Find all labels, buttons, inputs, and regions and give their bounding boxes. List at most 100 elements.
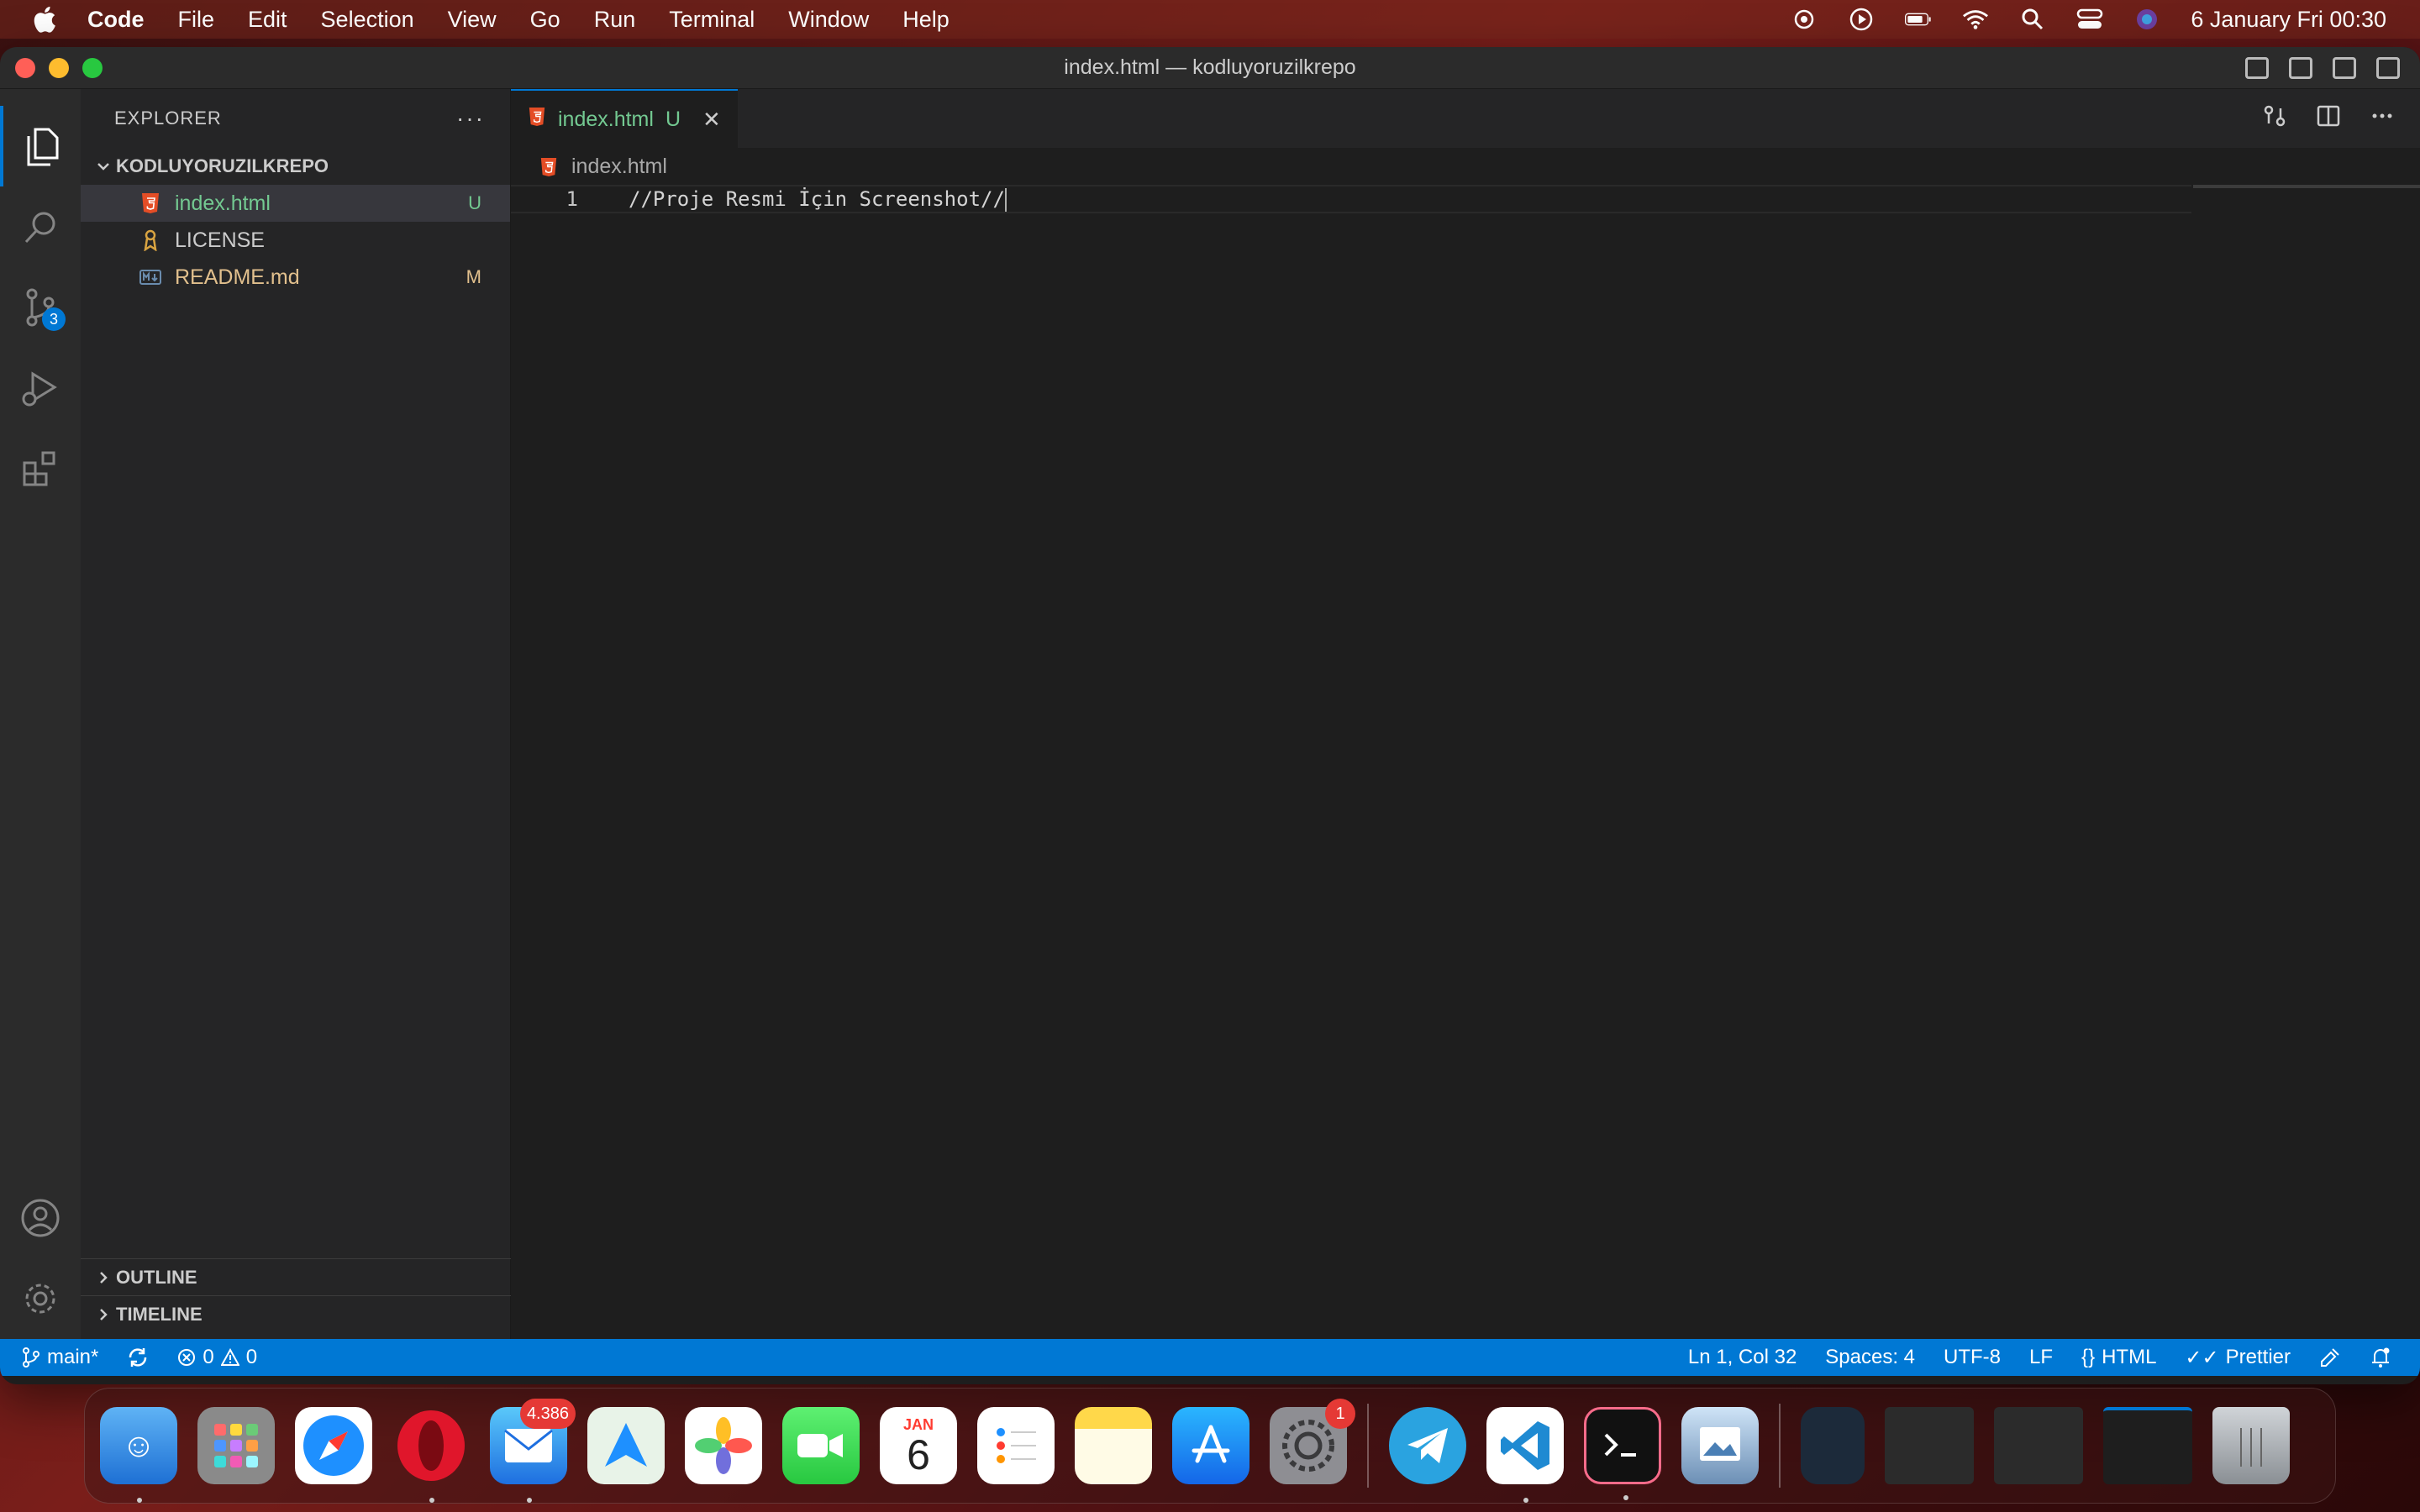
battery-icon[interactable] xyxy=(1905,6,1932,33)
file-encoding[interactable]: UTF-8 xyxy=(1944,1346,2001,1369)
more-actions-icon[interactable] xyxy=(2370,103,2395,134)
apple-logo-icon[interactable] xyxy=(30,4,57,34)
launchpad-dock-icon[interactable] xyxy=(197,1407,275,1484)
preview-dock-icon[interactable] xyxy=(1681,1407,1759,1484)
open-changes-icon[interactable] xyxy=(2262,103,2287,134)
explorer-icon[interactable] xyxy=(0,106,81,186)
tab-git-status: U xyxy=(665,107,681,131)
reminders-dock-icon[interactable] xyxy=(977,1407,1055,1484)
minimized-window-vscode[interactable] xyxy=(2103,1407,2192,1484)
accounts-icon[interactable] xyxy=(0,1178,81,1258)
settings-update-badge: 1 xyxy=(1325,1399,1355,1429)
book-dock-icon[interactable] xyxy=(1801,1407,1865,1484)
toggle-primary-sidebar-icon[interactable] xyxy=(2245,56,2269,79)
telegram-dock-icon[interactable] xyxy=(1389,1407,1466,1484)
toggle-secondary-sidebar-icon[interactable] xyxy=(2333,56,2356,79)
timeline-title: TIMELINE xyxy=(116,1303,203,1325)
minimized-window-finder-1[interactable] xyxy=(1885,1407,1974,1484)
dock-separator xyxy=(1367,1404,1369,1488)
calendar-dock-icon[interactable]: JAN 6 xyxy=(880,1407,957,1484)
menu-go[interactable]: Go xyxy=(530,7,560,33)
file-item-index-html[interactable]: index.html U xyxy=(81,185,510,222)
problems-item[interactable]: 0 0 xyxy=(177,1346,257,1369)
menu-bar-clock[interactable]: 6 January Fri 00:30 xyxy=(2191,7,2386,33)
indentation[interactable]: Spaces: 4 xyxy=(1825,1346,1915,1369)
play-icon[interactable] xyxy=(1848,6,1875,33)
sync-icon[interactable] xyxy=(127,1347,149,1368)
tab-index-html[interactable]: index.html U ✕ xyxy=(511,89,738,148)
extensions-icon[interactable] xyxy=(0,428,81,509)
markdown-file-icon xyxy=(139,266,161,288)
file-item-readme[interactable]: README.md M xyxy=(81,259,510,296)
settings-gear-icon[interactable] xyxy=(0,1258,81,1339)
menu-run[interactable]: Run xyxy=(594,7,636,33)
customize-layout-icon[interactable] xyxy=(2376,56,2400,79)
explorer-title: EXPLORER xyxy=(114,108,222,129)
menu-app-name[interactable]: Code xyxy=(87,7,145,33)
warning-count: 0 xyxy=(245,1346,258,1368)
language-mode-label: HTML xyxy=(2102,1346,2157,1368)
menu-view[interactable]: View xyxy=(448,7,497,33)
notifications-bell-icon[interactable] xyxy=(2370,1347,2391,1368)
menu-terminal[interactable]: Terminal xyxy=(669,7,755,33)
language-mode[interactable]: {} HTML xyxy=(2081,1346,2156,1369)
breadcrumb-file[interactable]: index.html xyxy=(571,155,667,179)
explorer-header: EXPLORER ··· xyxy=(81,89,510,148)
workspace-folder[interactable]: KODLUYORUZILKREPO xyxy=(81,148,510,185)
creative-cloud-icon[interactable] xyxy=(1791,6,1818,33)
double-check-icon: ✓✓ xyxy=(2185,1346,2219,1369)
source-control-icon[interactable]: 3 xyxy=(0,267,81,348)
siri-icon[interactable] xyxy=(2133,6,2160,33)
prettier-item[interactable]: ✓✓ Prettier xyxy=(2185,1346,2291,1370)
notes-dock-icon[interactable] xyxy=(1075,1407,1152,1484)
menu-window[interactable]: Window xyxy=(788,7,869,33)
cursor-position[interactable]: Ln 1, Col 32 xyxy=(1688,1346,1797,1369)
minimap[interactable] xyxy=(2193,185,2420,188)
outline-section[interactable]: OUTLINE xyxy=(81,1258,511,1295)
timeline-section[interactable]: TIMELINE xyxy=(81,1295,511,1332)
vscode-dock-icon[interactable] xyxy=(1486,1407,1564,1503)
safari-dock-icon[interactable] xyxy=(295,1407,372,1484)
opera-dock-icon[interactable] xyxy=(392,1407,470,1503)
toggle-panel-icon[interactable] xyxy=(2289,56,2312,79)
photos-dock-icon[interactable] xyxy=(685,1407,762,1484)
menu-bar: Code File Edit Selection View Go Run Ter… xyxy=(0,0,2420,39)
facetime-dock-icon[interactable] xyxy=(782,1407,860,1484)
feedback-icon[interactable] xyxy=(2319,1347,2341,1368)
warning-icon xyxy=(220,1348,239,1366)
minimized-window-finder-2[interactable] xyxy=(1994,1407,2083,1484)
menu-selection[interactable]: Selection xyxy=(321,7,414,33)
html5-file-icon xyxy=(528,107,546,133)
menu-file[interactable]: File xyxy=(178,7,215,33)
running-indicator xyxy=(429,1498,434,1503)
git-branch-item[interactable]: main* xyxy=(22,1346,98,1369)
running-indicator xyxy=(1523,1498,1528,1503)
wifi-icon[interactable] xyxy=(1962,6,1989,33)
html5-file-icon xyxy=(139,192,161,214)
code-line[interactable]: 1 //Proje Resmi İçin Screenshot// xyxy=(511,185,2191,213)
license-file-icon xyxy=(139,229,161,251)
trash-dock-icon[interactable] xyxy=(2212,1407,2290,1484)
file-item-license[interactable]: LICENSE xyxy=(81,222,510,259)
system-settings-dock-icon[interactable]: 1 xyxy=(1270,1399,1355,1484)
close-tab-icon[interactable]: ✕ xyxy=(702,107,721,133)
explorer-more-actions-button[interactable]: ··· xyxy=(456,105,485,132)
search-icon[interactable] xyxy=(0,186,81,267)
spotlight-search-icon[interactable] xyxy=(2019,6,2046,33)
run-and-debug-icon[interactable] xyxy=(0,348,81,428)
maps-dock-icon[interactable] xyxy=(587,1407,665,1484)
menu-bar-status-area: 6 January Fri 00:30 xyxy=(1791,6,2420,33)
menu-edit[interactable]: Edit xyxy=(248,7,287,33)
dock: ☺ 4.386 JAN 6 1 xyxy=(84,1388,2336,1504)
line-text[interactable]: //Proje Resmi İçin Screenshot// xyxy=(629,187,1007,212)
app-store-dock-icon[interactable] xyxy=(1172,1407,1249,1484)
end-of-line[interactable]: LF xyxy=(2029,1346,2053,1369)
split-editor-icon[interactable] xyxy=(2316,103,2341,134)
terminal-dock-icon[interactable] xyxy=(1584,1407,1661,1500)
mail-dock-icon[interactable]: 4.386 xyxy=(490,1399,576,1503)
menu-help[interactable]: Help xyxy=(902,7,950,33)
finder-dock-icon[interactable]: ☺ xyxy=(100,1407,177,1503)
git-branch-icon xyxy=(23,1347,39,1368)
control-center-icon[interactable] xyxy=(2076,6,2103,33)
source-control-badge: 3 xyxy=(42,307,66,331)
